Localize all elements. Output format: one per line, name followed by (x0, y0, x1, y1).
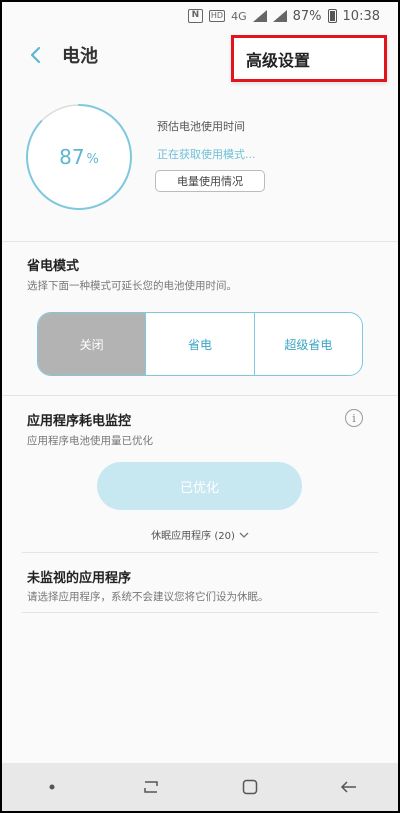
hd-volte-icon: HD (208, 10, 226, 22)
back-arrow-icon[interactable] (329, 767, 369, 807)
power-mode-selector: 关闭 省电 超级省电 (37, 312, 363, 376)
battery-percent-label: 87% (292, 8, 322, 24)
recents-icon[interactable] (131, 767, 171, 807)
power-mode-off[interactable]: 关闭 (38, 313, 146, 375)
optimized-button[interactable]: 已优化 (97, 462, 302, 510)
unmonitored-apps-title: 未监视的应用程序 (27, 571, 132, 586)
home-icon[interactable] (230, 767, 270, 807)
battery-icon (327, 9, 337, 23)
navigation-bar (2, 763, 398, 811)
estimate-status: 正在获取使用模式... (157, 148, 256, 161)
section-divider (2, 241, 398, 242)
section-divider (22, 552, 378, 553)
network-type-label: 4G (231, 9, 247, 23)
app-monitor-title: 应用程序耗电监控 (27, 414, 132, 429)
advanced-settings-menu-item[interactable]: 高级设置 (231, 35, 387, 82)
chevron-left-icon[interactable] (20, 40, 50, 70)
clock-label: 10:38 (342, 8, 380, 24)
status-bar: N HD 4G 87% 10:38 (2, 2, 398, 30)
battery-percent-number: 87 (59, 145, 85, 169)
battery-percent-sign: % (86, 151, 99, 167)
power-mode-title: 省电模式 (27, 259, 80, 274)
dot-icon[interactable] (32, 767, 72, 807)
nfc-icon: N (187, 9, 203, 23)
signal-strength-icon-2 (272, 10, 287, 22)
battery-usage-button[interactable]: 电量使用情况 (155, 170, 265, 192)
section-divider (22, 612, 378, 613)
sleeping-apps-toggle[interactable]: 休眠应用程序 (20) (0, 527, 400, 542)
app-monitor-description: 应用程序电池使用量已优化 (27, 435, 153, 447)
info-icon[interactable]: i (345, 409, 363, 427)
power-mode-saving[interactable]: 省电 (145, 313, 253, 375)
battery-percent-display: 87% (24, 102, 134, 212)
power-mode-description: 选择下面一种模式可延长您的电池使用时间。 (27, 280, 237, 292)
page-title: 电池 (62, 46, 98, 67)
unmonitored-apps-description: 请选择应用程序，系统不会建议您将它们设为休眠。 (27, 591, 269, 603)
battery-summary: 87% 预估电池使用时间 正在获取使用模式... 电量使用情况 (2, 88, 398, 238)
signal-strength-icon (252, 10, 267, 22)
power-mode-ultra-saving[interactable]: 超级省电 (253, 313, 362, 375)
sleeping-apps-label: 休眠应用程序 (20) (151, 531, 235, 542)
estimate-label: 预估电池使用时间 (157, 120, 245, 133)
section-divider (2, 395, 398, 396)
chevron-down-icon (239, 532, 249, 538)
